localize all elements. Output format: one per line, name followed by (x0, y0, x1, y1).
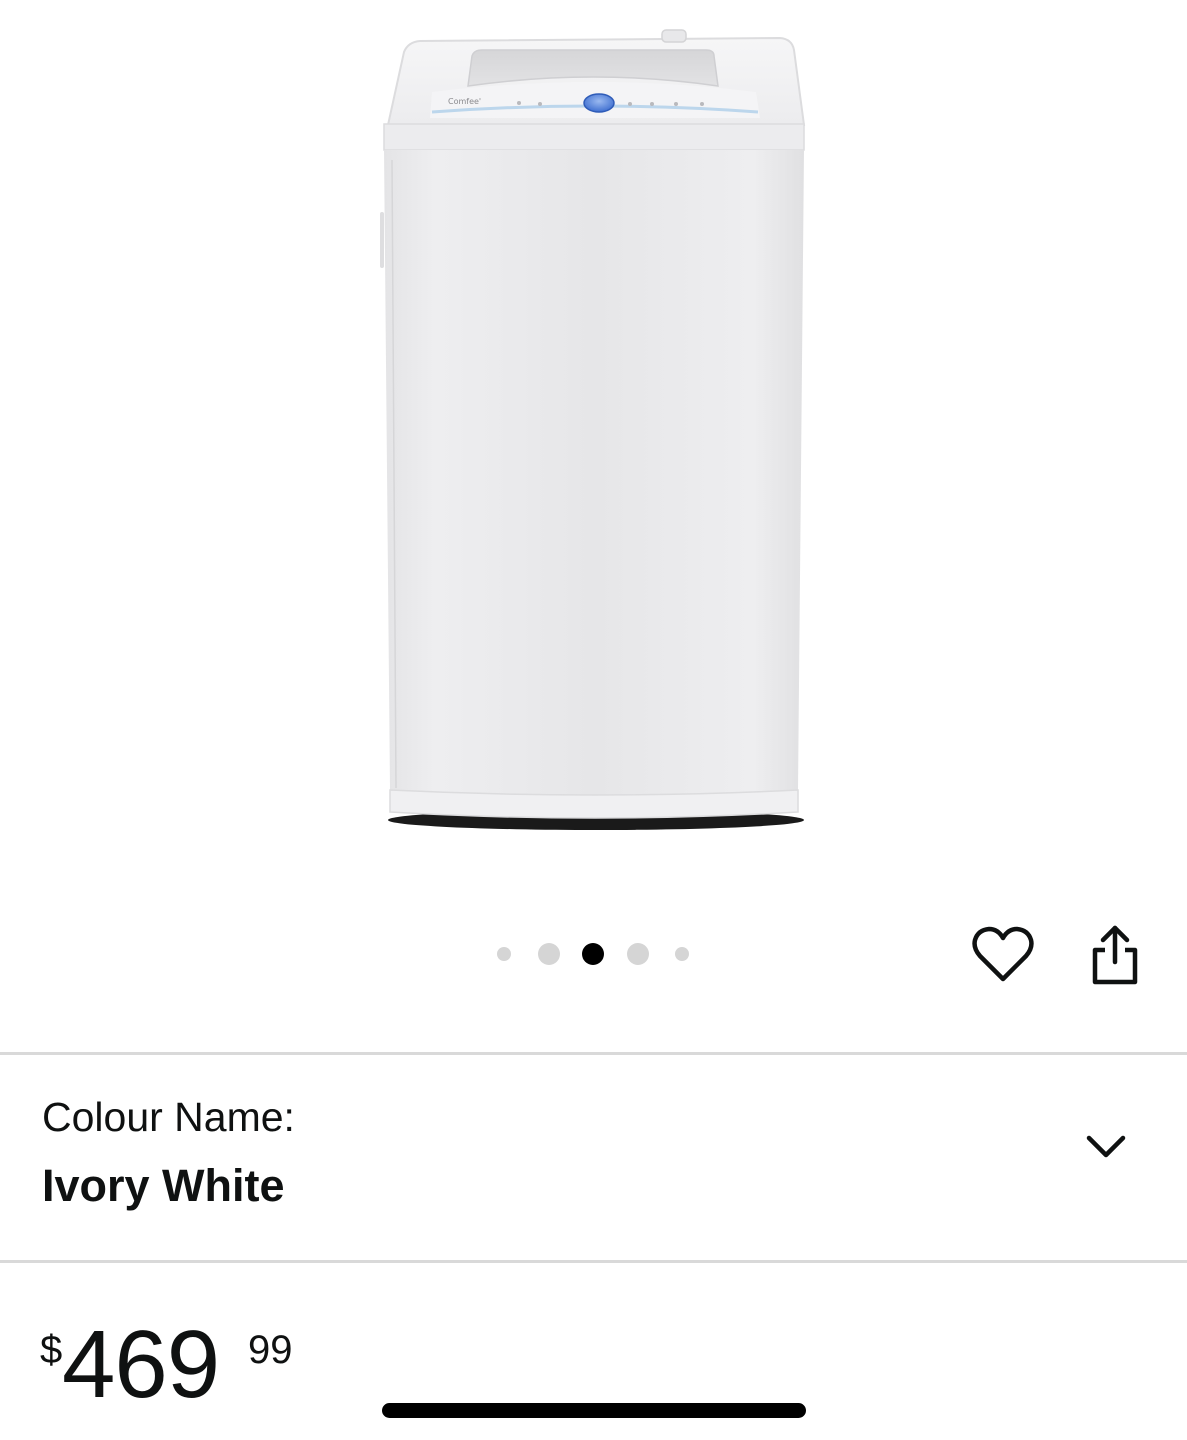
carousel-dot-4[interactable] (627, 943, 649, 965)
svg-text:Comfee': Comfee' (448, 97, 481, 106)
heart-icon (972, 926, 1034, 982)
colour-selector[interactable]: Colour Name: Ivory White (0, 1056, 1187, 1260)
carousel-dot-2[interactable] (538, 943, 560, 965)
add-to-wishlist-button[interactable] (968, 920, 1038, 990)
section-divider (0, 1260, 1187, 1263)
share-icon (1092, 925, 1138, 985)
chevron-down-icon[interactable] (1080, 1120, 1132, 1172)
colour-name-label: Colour Name: (42, 1094, 295, 1140)
carousel-dot-1[interactable] (497, 947, 511, 961)
carousel-dot-3-active[interactable] (582, 943, 604, 965)
price-currency-symbol: $ (40, 1328, 63, 1372)
price-whole: 469 (62, 1311, 220, 1418)
carousel-dot-5[interactable] (675, 947, 689, 961)
price-fraction: 99 (248, 1328, 293, 1372)
home-indicator[interactable] (382, 1403, 806, 1418)
colour-name-value: Ivory White (42, 1160, 285, 1211)
share-button[interactable] (1080, 920, 1150, 990)
washing-machine-illustration: Comfee' (380, 29, 806, 830)
product-image[interactable]: Comfee' (0, 0, 1187, 900)
section-divider (0, 1052, 1187, 1055)
